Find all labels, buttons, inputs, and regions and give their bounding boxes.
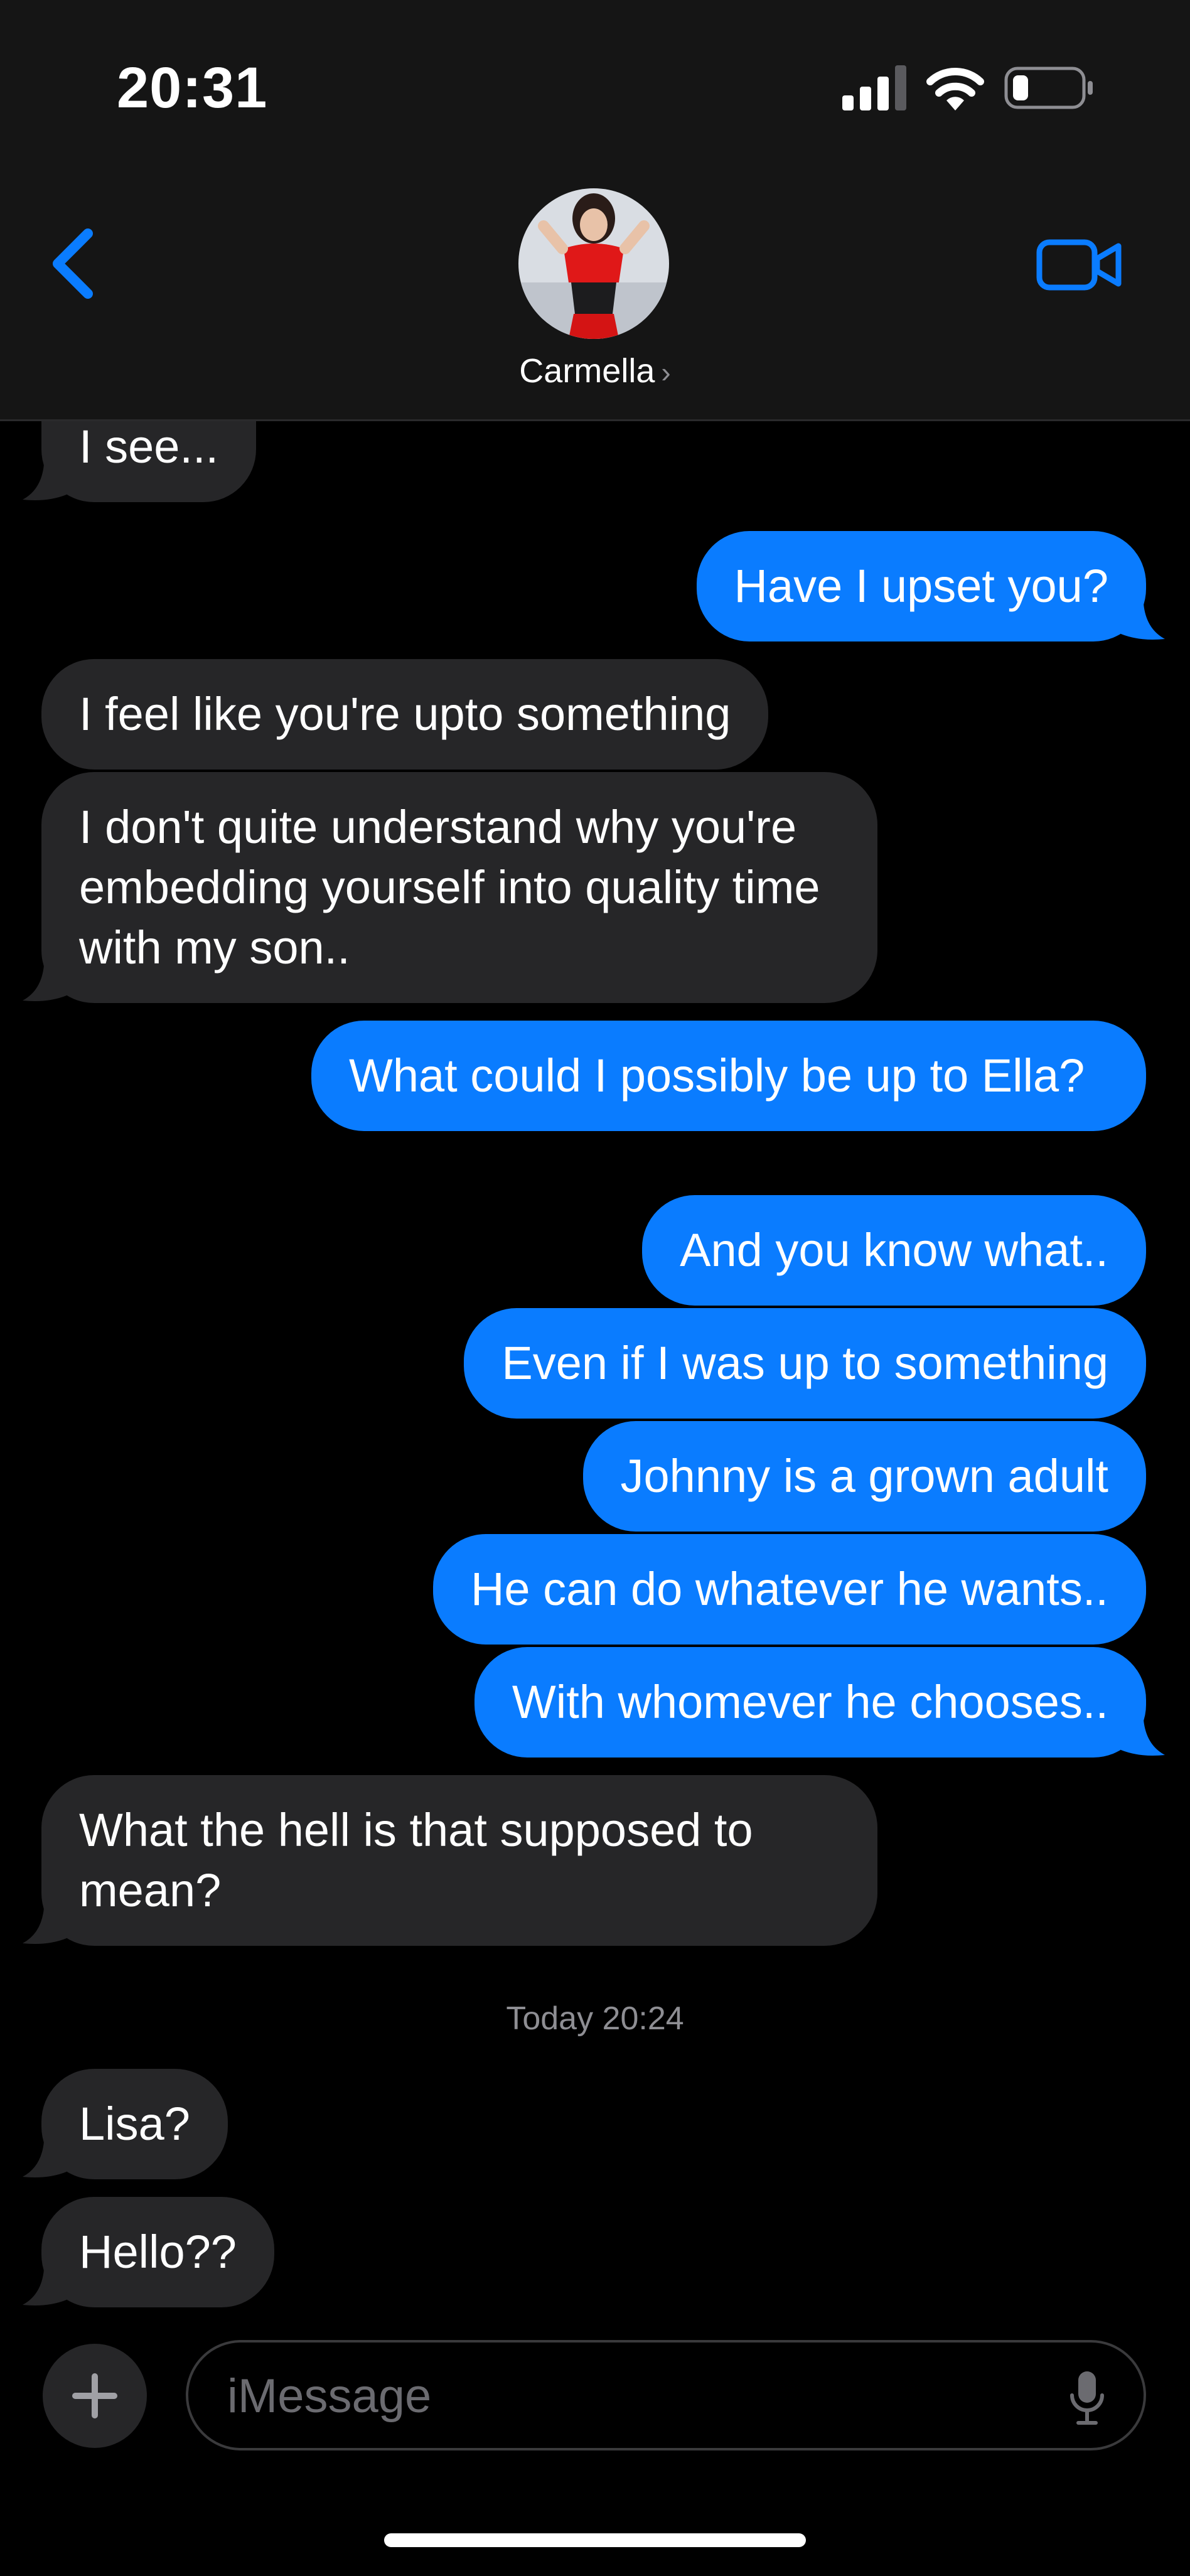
video-call-button[interactable]: [1036, 233, 1123, 296]
home-indicator[interactable]: [384, 2533, 806, 2547]
contact-avatar[interactable]: [518, 188, 669, 339]
message-text: Even if I was up to something: [501, 1337, 1108, 1389]
message-text: What the hell is that supposed to mean?: [79, 1804, 753, 1916]
message-bubble-incoming[interactable]: Lisa?: [23, 2069, 228, 2179]
message-bubble-outgoing[interactable]: What could I possibly be up to Ella?: [311, 1021, 1146, 1131]
message-text: With whomever he chooses..: [512, 1676, 1108, 1728]
message-text: Lisa?: [79, 2098, 190, 2150]
message-bubble-outgoing[interactable]: He can do whatever he wants..: [432, 1534, 1146, 1645]
bubble-tail: [1121, 1720, 1165, 1756]
message-text: What could I possibly be up to Ella?: [349, 1049, 1085, 1102]
wifi-icon: [926, 68, 984, 110]
message-text: Johnny is a grown adult: [620, 1450, 1108, 1502]
message-bubble-incoming[interactable]: I don't quite understand why you're embe…: [23, 772, 877, 1003]
bubble-tail: [1121, 604, 1165, 640]
message-input-placeholder: iMessage: [227, 2369, 432, 2423]
battery-icon: [1004, 67, 1093, 109]
message-bubble-outgoing[interactable]: And you know what..: [642, 1195, 1146, 1306]
message-text: I don't quite understand why you're embe…: [79, 801, 820, 974]
bubble-tail: [23, 1908, 67, 1944]
message-bubble-outgoing[interactable]: Have I upset you?: [696, 531, 1165, 641]
contact-name-button[interactable]: Carmella ›: [0, 352, 1190, 390]
apps-plus-button[interactable]: [43, 2344, 147, 2448]
cellular-signal-icon: [842, 65, 906, 110]
message-bubble-outgoing[interactable]: Johnny is a grown adult: [582, 1421, 1146, 1532]
message-text: Have I upset you?: [734, 560, 1108, 612]
bubble-tail: [23, 2270, 67, 2305]
status-time: 20:31: [117, 56, 268, 120]
message-text: I feel like you're upto something: [79, 688, 731, 740]
message-bubble-incoming[interactable]: Hello??: [23, 2197, 274, 2307]
bubble-tail: [23, 965, 67, 1001]
plus-icon: [72, 2373, 117, 2418]
message-bubble-outgoing[interactable]: With whomever he chooses..: [474, 1647, 1165, 1758]
message-text: He can do whatever he wants..: [470, 1563, 1108, 1615]
message-text: I see...: [79, 421, 219, 473]
bubble-tail: [23, 464, 67, 500]
chevron-right-icon: ›: [661, 356, 671, 389]
back-button[interactable]: [38, 220, 107, 308]
contact-name: Carmella: [519, 352, 655, 390]
message-bubble-incoming[interactable]: I feel like you're upto something: [41, 659, 769, 770]
message-bubble-incoming[interactable]: What the hell is that supposed to mean?: [23, 1775, 877, 1946]
microphone-icon[interactable]: [1068, 2370, 1106, 2427]
message-input[interactable]: iMessage: [186, 2340, 1146, 2450]
message-text: And you know what..: [680, 1224, 1108, 1276]
message-bubble-outgoing[interactable]: Even if I was up to something: [464, 1308, 1146, 1419]
bubble-tail: [23, 2142, 67, 2177]
conversation-timestamp: Today 20:24: [506, 2000, 684, 2037]
conversation-header: 20:31 Carmella ›: [0, 0, 1190, 421]
message-text: Hello??: [79, 2226, 237, 2278]
